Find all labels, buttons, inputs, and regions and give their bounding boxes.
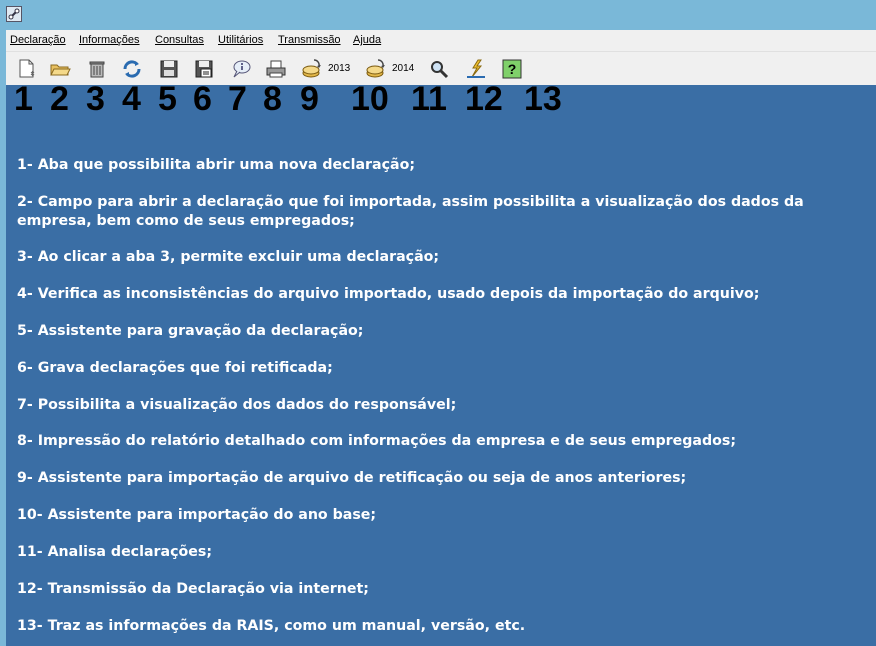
menu-declaracao[interactable]: Declaração (10, 34, 66, 46)
callout-number: 7 (228, 80, 247, 118)
new-document-icon[interactable] (15, 57, 39, 81)
menu-informacoes[interactable]: Informações (79, 34, 140, 46)
callout-number: 4 (122, 80, 141, 118)
printer-icon[interactable] (264, 57, 288, 81)
description-item: 9- Assistente para importação de arquivo… (17, 470, 687, 486)
svg-text:?: ? (508, 61, 517, 77)
description-item: 3- Ao clicar a aba 3, permite excluir um… (17, 249, 440, 265)
callout-number: 13 (524, 80, 562, 118)
callout-number: 3 (86, 80, 105, 118)
description-item: 8- Impressão do relatório detalhado com … (17, 433, 737, 449)
callout-number: 11 (411, 80, 447, 118)
year-2014-label[interactable]: 2014 (392, 63, 414, 74)
info-balloon-icon[interactable] (229, 57, 253, 81)
description-item: 4- Verifica as inconsistências do arquiv… (17, 286, 760, 302)
menu-utilitarios[interactable]: Utilitários (218, 34, 263, 46)
callout-number: 6 (193, 80, 212, 118)
description-item: 2- Campo para abrir a declaração que foi… (17, 194, 804, 229)
callout-number: 2 (50, 80, 69, 118)
description-item: 11- Analisa declarações; (17, 544, 213, 560)
help-icon[interactable]: ? (500, 57, 524, 81)
callout-number: 12 (465, 80, 503, 118)
menu-bar: Declaração Informações Consultas Utilitá… (6, 30, 876, 52)
import-base-year-icon[interactable] (364, 57, 388, 81)
refresh-icon[interactable] (120, 57, 144, 81)
callout-number: 8 (263, 80, 282, 118)
open-folder-icon[interactable] (48, 57, 72, 81)
transmit-icon[interactable] (464, 57, 488, 81)
title-bar (0, 0, 876, 30)
magnifier-icon[interactable] (427, 57, 451, 81)
import-retification-icon[interactable] (300, 57, 324, 81)
description-item: 13- Traz as informações da RAIS, como um… (17, 618, 526, 634)
year-2013-label[interactable]: 2013 (328, 63, 350, 74)
callout-number: 1 (14, 80, 33, 118)
menu-ajuda[interactable]: Ajuda (353, 34, 381, 46)
menu-transmissao[interactable]: Transmissão (278, 34, 341, 46)
callout-number: 9 (300, 80, 319, 118)
description-item: 12- Transmissão da Declaração via intern… (17, 581, 369, 597)
description-item: 10- Assistente para importação do ano ba… (17, 507, 377, 523)
description-item: 7- Possibilita a visualização dos dados … (17, 397, 457, 413)
description-item: 6- Grava declarações que foi retificada; (17, 360, 333, 376)
save-rectified-icon[interactable] (192, 57, 216, 81)
trash-icon[interactable] (85, 57, 109, 81)
save-icon[interactable] (157, 57, 181, 81)
description-item: 1- Aba que possibilita abrir uma nova de… (17, 157, 415, 173)
menu-consultas[interactable]: Consultas (155, 34, 204, 46)
callout-number: 10 (351, 80, 389, 118)
description-item: 5- Assistente para gravação da declaraçã… (17, 323, 364, 339)
app-icon[interactable] (6, 6, 22, 22)
callout-number: 5 (158, 80, 177, 118)
